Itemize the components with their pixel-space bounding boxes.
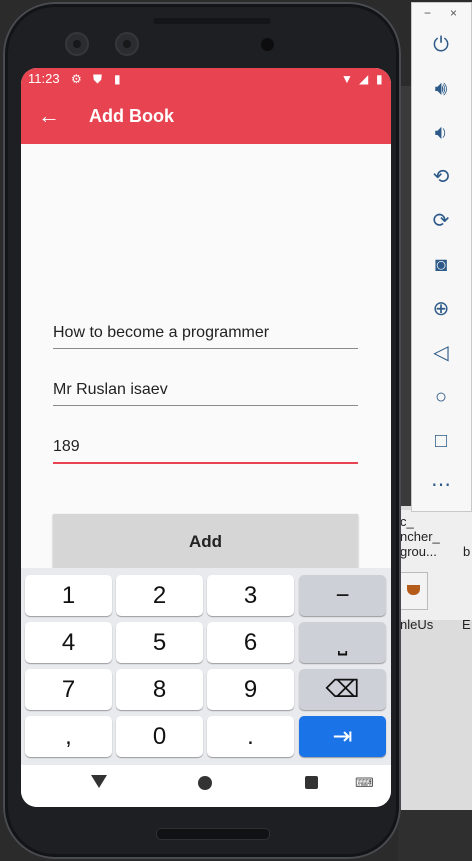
space-key-icon[interactable]: ⎵	[299, 622, 386, 663]
nav-recents-icon[interactable]	[305, 776, 318, 789]
app-bar: ← Add Book	[21, 90, 391, 144]
key-9[interactable]: 9	[207, 669, 294, 710]
navigation-bar: ⌨	[21, 765, 391, 807]
desktop-label[interactable]: c_	[400, 515, 414, 528]
volume-up-icon[interactable]: 🔊︎	[425, 73, 457, 105]
book-pages-field[interactable]	[53, 434, 358, 464]
camera-right	[115, 32, 139, 56]
add-button[interactable]: Add	[53, 514, 358, 570]
emulator-toolbar: − × ⏻ 🔊︎ 🔉︎ ⟲ ⟳ ◙ ⊕ ◁ ○ □ ⋯	[411, 2, 472, 512]
keyboard-switch-icon[interactable]: ⌨	[355, 775, 374, 791]
shield-icon: ⛊	[93, 72, 103, 86]
bottom-speaker	[156, 828, 270, 840]
book-pages-input[interactable]	[53, 434, 358, 460]
book-title-input[interactable]	[53, 320, 358, 346]
nav-back-icon[interactable]	[91, 775, 107, 788]
desktop-label[interactable]: b	[463, 545, 470, 558]
next-key-icon[interactable]: ⇥	[299, 716, 386, 757]
rotate-right-icon[interactable]: ⟳	[425, 205, 457, 237]
status-bar: 11:23 ⚙ ⛊ ▮ ▼ ◢ ▮	[21, 68, 391, 90]
desktop-label[interactable]: E	[462, 618, 471, 631]
key-3[interactable]: 3	[207, 575, 294, 616]
wifi-icon: ▼	[341, 72, 353, 86]
desktop-taskbar-area	[398, 810, 472, 861]
earpiece	[153, 18, 271, 24]
signal-icon: ◢	[359, 72, 369, 86]
more-icon[interactable]: ⋯	[425, 469, 457, 501]
back-arrow-icon[interactable]: ←	[35, 102, 63, 130]
book-author-field[interactable]	[53, 377, 358, 406]
key-period[interactable]: .	[207, 716, 294, 757]
back-icon[interactable]: ◁	[425, 337, 457, 369]
rotate-left-icon[interactable]: ⟲	[425, 161, 457, 193]
java-file-icon[interactable]	[400, 572, 428, 610]
backspace-key-icon[interactable]: ⌫	[299, 669, 386, 710]
key-5[interactable]: 5	[116, 622, 203, 663]
close-button[interactable]: ×	[450, 6, 457, 20]
desktop-label[interactable]: nleUs	[400, 618, 433, 631]
book-title-field[interactable]	[53, 320, 358, 349]
key-comma[interactable]: ,	[25, 716, 112, 757]
key-1[interactable]: 1	[25, 575, 112, 616]
phone-frame: 11:23 ⚙ ⛊ ▮ ▼ ◢ ▮ ← Add Book Add 1 2 3 −…	[3, 2, 401, 859]
home-icon[interactable]: ○	[425, 381, 457, 413]
sim-card-icon: ▮	[114, 72, 121, 86]
nav-home-icon[interactable]	[198, 776, 212, 790]
key-6[interactable]: 6	[207, 622, 294, 663]
numeric-keyboard: 1 2 3 − 4 5 6 ⎵ 7 8 9 ⌫ , 0 . ⇥	[21, 568, 391, 765]
sensor-dot	[261, 38, 274, 51]
key-minus[interactable]: −	[299, 575, 386, 616]
settings-icon: ⚙	[71, 72, 82, 86]
camera-icon[interactable]: ◙	[425, 249, 457, 281]
key-8[interactable]: 8	[116, 669, 203, 710]
minimize-button[interactable]: −	[424, 6, 431, 20]
battery-icon: ▮	[376, 72, 383, 86]
zoom-icon[interactable]: ⊕	[425, 293, 457, 325]
page-title: Add Book	[89, 106, 174, 126]
power-icon[interactable]: ⏻	[425, 29, 457, 61]
volume-down-icon[interactable]: 🔉︎	[425, 117, 457, 149]
key-0[interactable]: 0	[116, 716, 203, 757]
key-2[interactable]: 2	[116, 575, 203, 616]
key-4[interactable]: 4	[25, 622, 112, 663]
desktop-label[interactable]: grou...	[400, 545, 437, 558]
camera-left	[65, 32, 89, 56]
status-time: 11:23	[28, 71, 60, 86]
phone-screen: 11:23 ⚙ ⛊ ▮ ▼ ◢ ▮ ← Add Book Add 1 2 3 −…	[21, 68, 391, 807]
overview-icon[interactable]: □	[425, 425, 457, 457]
key-7[interactable]: 7	[25, 669, 112, 710]
desktop-label[interactable]: ncher_	[400, 530, 440, 543]
book-author-input[interactable]	[53, 377, 358, 403]
